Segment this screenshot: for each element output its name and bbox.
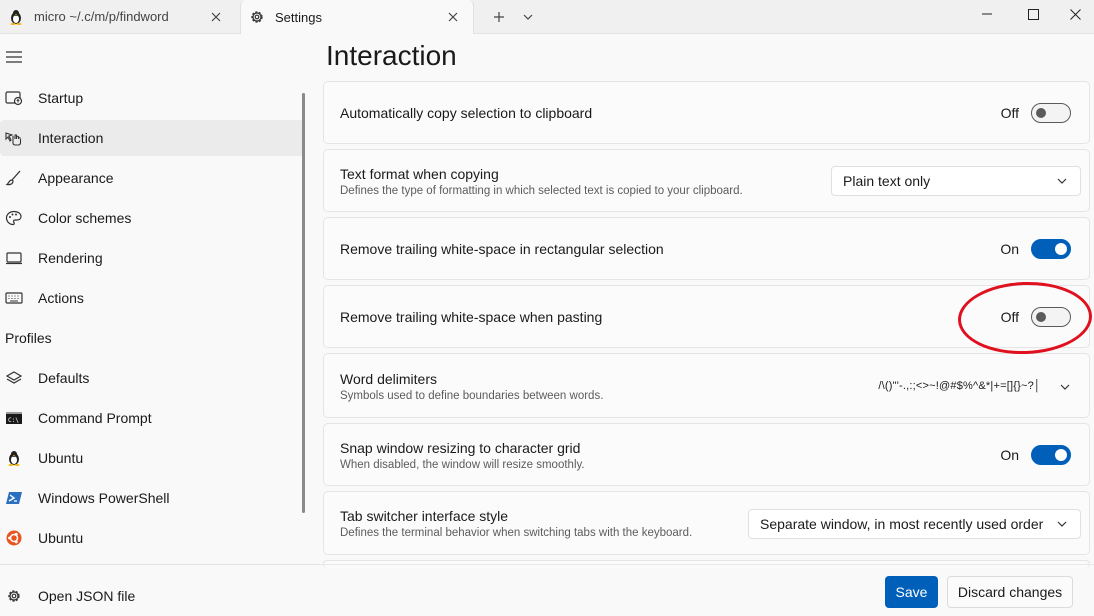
setting-description: Defines the terminal behavior when switc…	[340, 527, 693, 539]
sidebar-item-label: Windows PowerShell	[38, 490, 170, 506]
sidebar-item-label: Ubuntu	[38, 530, 84, 546]
toggle-state-text: On	[1000, 241, 1019, 257]
snap-resize-toggle-group: On	[995, 445, 1071, 465]
close-icon	[1069, 8, 1081, 20]
auto-copy-toggle[interactable]	[1031, 103, 1071, 123]
title-bar: micro ~/.c/m/p/findword Settings	[0, 0, 1094, 34]
chevron-down-icon[interactable]	[1057, 379, 1073, 395]
keyboard-icon	[5, 289, 23, 307]
hamburger-icon	[6, 51, 22, 63]
maximize-icon	[1027, 8, 1039, 20]
sidebar-item-label: Startup	[38, 90, 84, 106]
svg-text:C:\: C:\	[8, 417, 19, 424]
startup-icon	[5, 89, 23, 107]
palette-icon	[5, 209, 23, 227]
sidebar-item-defaults[interactable]: Defaults	[0, 360, 304, 396]
sidebar-item-label: Rendering	[38, 250, 103, 266]
minimize-icon	[982, 13, 992, 15]
word-delimiters-value: /\()"'-.,:;<>~!@#$%^&*|+=[]{}~?│	[878, 380, 1041, 392]
close-icon[interactable]	[208, 9, 224, 25]
setting-word-delimiters: Word delimiters Symbols used to define b…	[323, 353, 1090, 418]
setting-label: Tab switcher interface style	[340, 508, 509, 524]
sidebar-item-label: Defaults	[38, 370, 90, 386]
minimize-button[interactable]	[964, 0, 1010, 28]
setting-label: Remove trailing white-space when pasting	[340, 309, 603, 325]
setting-tab-switcher: Tab switcher interface style Defines the…	[323, 491, 1090, 555]
sidebar-scrollbar[interactable]	[302, 93, 305, 513]
powershell-icon	[5, 489, 23, 507]
open-json-file-button[interactable]: Open JSON file	[0, 578, 300, 614]
brush-icon	[5, 169, 23, 187]
tab-micro[interactable]: micro ~/.c/m/p/findword	[0, 0, 236, 33]
sidebar-item-appearance[interactable]: Appearance	[0, 160, 304, 196]
monitor-icon	[5, 249, 23, 267]
hamburger-menu-button[interactable]	[5, 48, 23, 66]
setting-label: Word delimiters	[340, 371, 437, 387]
sidebar-item-label: Color schemes	[38, 210, 132, 226]
tab-label: micro ~/.c/m/p/findword	[34, 9, 169, 24]
chevron-down-icon	[1054, 516, 1070, 532]
sidebar-divider	[0, 564, 320, 565]
setting-description: When disabled, the window will resize sm…	[340, 459, 585, 471]
sidebar-item-color-schemes[interactable]: Color schemes	[0, 200, 304, 236]
close-icon[interactable]	[445, 9, 461, 25]
sidebar-item-label: Actions	[38, 290, 84, 306]
layers-icon	[5, 369, 23, 387]
dropdown-value: Separate window, in most recently used o…	[760, 516, 1044, 532]
sidebar-item-interaction[interactable]: Interaction	[0, 120, 304, 156]
open-json-label: Open JSON file	[38, 588, 136, 604]
sidebar-item-ubuntu-wsl[interactable]: Ubuntu	[0, 440, 304, 476]
sidebar-item-label: Interaction	[38, 130, 104, 146]
cmd-icon: C:\	[5, 409, 23, 427]
maximize-button[interactable]	[1010, 0, 1056, 28]
linux-penguin-icon	[8, 9, 24, 25]
sidebar-item-actions[interactable]: Actions	[0, 280, 304, 316]
sidebar-item-label: Ubuntu	[38, 450, 84, 466]
setting-label: Remove trailing white-space in rectangul…	[340, 241, 664, 257]
linux-penguin-icon	[5, 449, 23, 467]
setting-label: Snap window resizing to character grid	[340, 440, 581, 456]
save-button[interactable]: Save	[885, 576, 938, 608]
window-close-button[interactable]	[1056, 0, 1094, 28]
sidebar-item-windows-powershell[interactable]: Windows PowerShell	[0, 480, 304, 516]
setting-trim-block-selection: Remove trailing white-space in rectangul…	[323, 217, 1090, 280]
tab-settings[interactable]: Settings	[240, 0, 474, 34]
chevron-down-icon	[1054, 173, 1070, 189]
sidebar-item-command-prompt[interactable]: C:\ Command Prompt	[0, 400, 304, 436]
new-tab-button[interactable]	[488, 7, 510, 27]
setting-auto-copy: Automatically copy selection to clipboar…	[323, 81, 1090, 144]
page-title: Interaction	[326, 40, 457, 71]
sidebar-item-label: Command Prompt	[38, 410, 152, 426]
tab-label: Settings	[275, 9, 322, 25]
setting-label: Automatically copy selection to clipboar…	[340, 105, 593, 121]
tab-switcher-dropdown[interactable]: Separate window, in most recently used o…	[748, 509, 1081, 539]
dropdown-value: Plain text only	[843, 173, 931, 189]
sidebar-item-ubuntu[interactable]: Ubuntu	[0, 520, 304, 556]
setting-label: Text format when copying	[340, 166, 499, 182]
sidebar-item-rendering[interactable]: Rendering	[0, 240, 304, 276]
text-format-dropdown[interactable]: Plain text only	[831, 166, 1081, 196]
setting-text-format: Text format when copying Defines the typ…	[323, 149, 1090, 212]
ubuntu-icon	[5, 529, 23, 547]
toggle-state-text: On	[1000, 447, 1019, 463]
toggle-state-text: Off	[1000, 105, 1019, 121]
tab-dropdown-button[interactable]	[518, 7, 538, 27]
gear-icon	[249, 9, 265, 25]
footer-divider	[320, 564, 1094, 565]
setting-snap-resize: Snap window resizing to character grid W…	[323, 423, 1090, 486]
sidebar-item-startup[interactable]: Startup	[0, 80, 304, 116]
setting-description: Defines the type of formatting in which …	[340, 185, 743, 197]
gear-icon	[5, 587, 23, 605]
chevron-down-icon	[523, 14, 533, 20]
trim-block-toggle-group: On	[995, 239, 1071, 259]
interaction-icon	[5, 129, 23, 147]
discard-changes-button[interactable]: Discard changes	[947, 576, 1073, 608]
snap-resize-toggle[interactable]	[1031, 445, 1071, 465]
plus-icon	[494, 12, 504, 22]
trim-block-toggle[interactable]	[1031, 239, 1071, 259]
auto-copy-toggle-group: Off	[995, 103, 1071, 123]
sidebar-item-label: Appearance	[38, 170, 114, 186]
profiles-header: Profiles	[5, 330, 52, 346]
setting-description: Symbols used to define boundaries betwee…	[340, 390, 604, 402]
